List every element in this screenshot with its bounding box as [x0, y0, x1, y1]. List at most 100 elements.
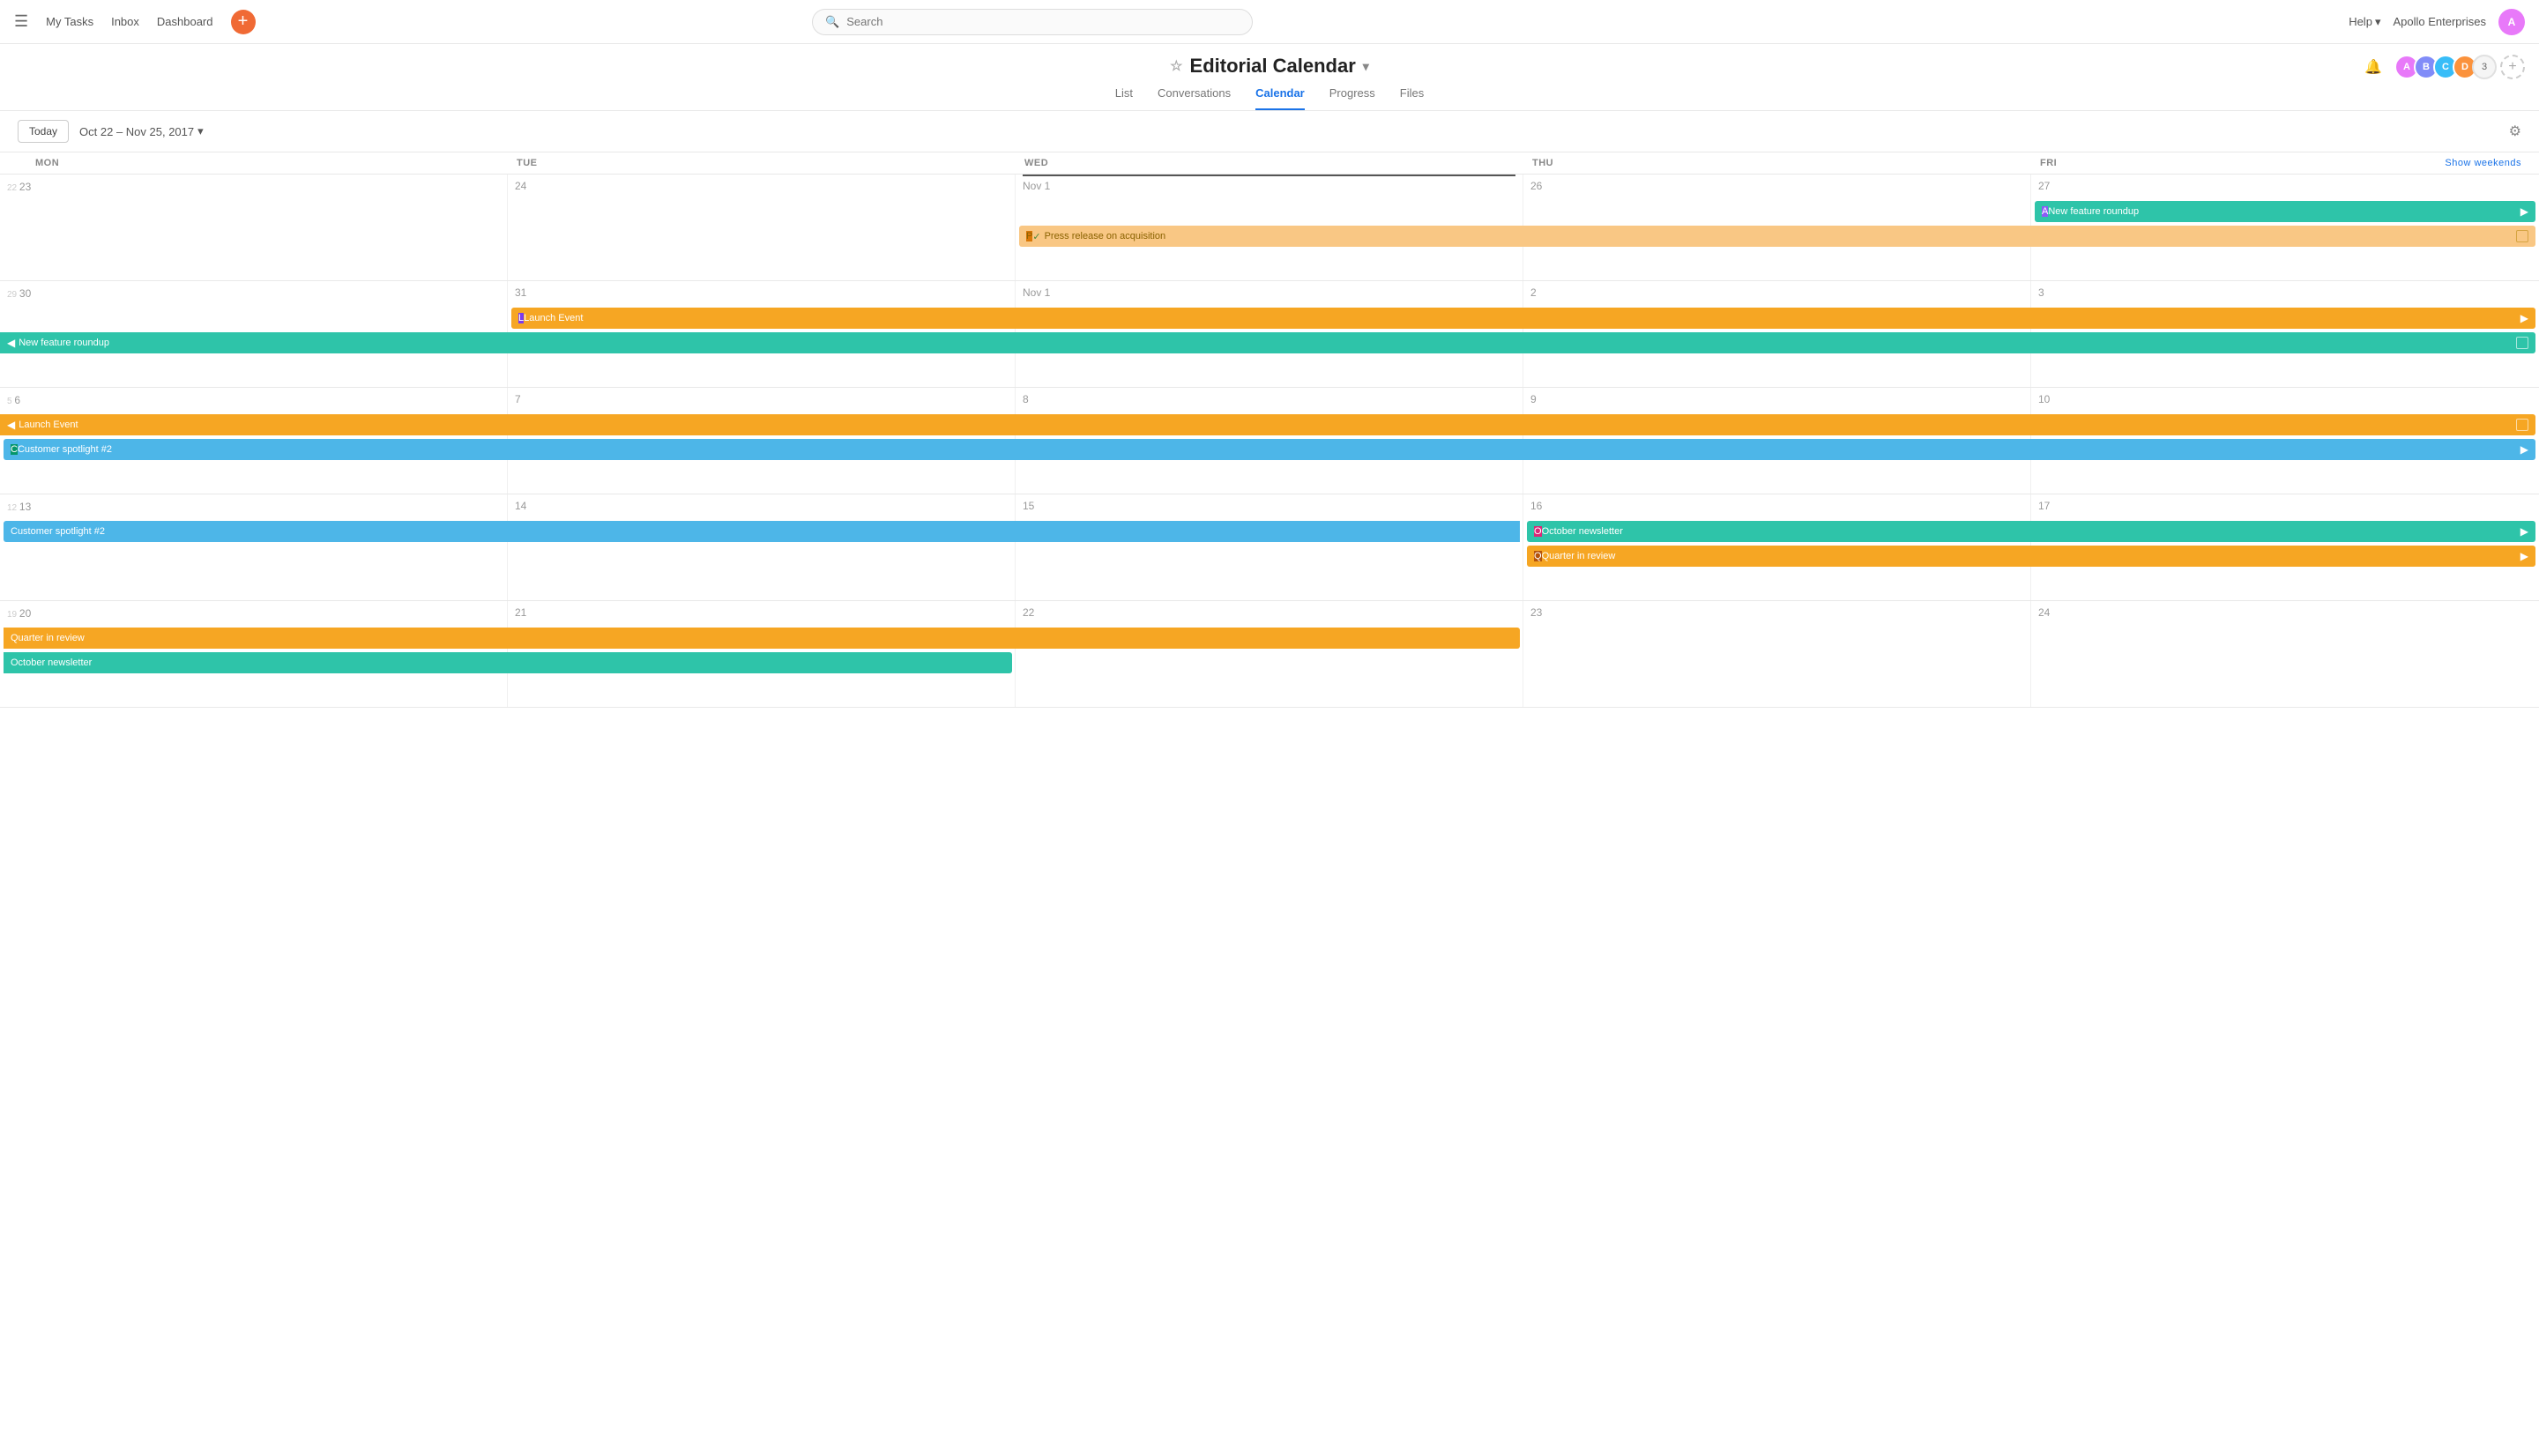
- dashboard-link[interactable]: Dashboard: [157, 15, 213, 28]
- col-wed: WED: [1016, 158, 1523, 168]
- day-num-25: Nov 1: [1023, 180, 1515, 192]
- nav-links: My Tasks Inbox Dashboard: [46, 15, 212, 28]
- day-nov15: 15: [1016, 494, 1523, 600]
- search-input[interactable]: [846, 15, 1240, 28]
- help-button[interactable]: Help ▾: [2349, 15, 2380, 29]
- nav-right: Help ▾ Apollo Enterprises A: [2349, 9, 2525, 35]
- day-num-17: 17: [2038, 500, 2532, 512]
- my-tasks-link[interactable]: My Tasks: [46, 15, 93, 28]
- calendar: MON TUE WED THU FRI Show weekends 22 23 …: [0, 152, 2539, 708]
- arrow-right-icon: ▶: [2520, 525, 2528, 538]
- day-num-20: 20: [19, 607, 31, 620]
- day-num-21: 21: [515, 606, 1008, 619]
- day-num-15: 15: [1023, 500, 1515, 512]
- day-num-14: 14: [515, 500, 1008, 512]
- show-weekends-button[interactable]: Show weekends: [2445, 158, 2521, 168]
- col-mon: MON: [0, 158, 508, 168]
- calendar-header: MON TUE WED THU FRI Show weekends: [0, 152, 2539, 175]
- settings-icon[interactable]: ⚙: [2509, 123, 2521, 140]
- calendar-toolbar: Today Oct 22 – Nov 25, 2017 ▾ ⚙: [0, 111, 2539, 152]
- week-row-4: 12 13 14 15 16 17 Customer spotlight #2: [0, 494, 2539, 601]
- event-new-feature-roundup-w1[interactable]: A New feature roundup ▶: [2035, 201, 2535, 222]
- title-chevron-icon[interactable]: ▾: [1363, 59, 1369, 74]
- day-nov23: 23: [1523, 601, 2031, 707]
- tab-list[interactable]: List: [1115, 86, 1133, 110]
- event-avatar: P: [1026, 231, 1032, 241]
- today-button[interactable]: Today: [18, 120, 69, 143]
- day-num-9: 9: [1530, 393, 2023, 405]
- avatar-group: A B C D 3 +: [2394, 55, 2525, 79]
- event-press-release[interactable]: P ✓ Press release on acquisition: [1019, 226, 2535, 247]
- day-num-23: 23: [19, 181, 31, 193]
- week-row-3: 5 6 7 8 9 10 ◀ Launch Event: [0, 388, 2539, 494]
- member-count[interactable]: 3: [2472, 55, 2497, 79]
- day-num-24: 24: [2038, 606, 2532, 619]
- event-october-newsletter-w5[interactable]: October newsletter: [4, 652, 1012, 673]
- day-nov24: 24: [2031, 601, 2539, 707]
- arrow-right-icon: ▶: [2520, 550, 2528, 562]
- event-avatar: C: [11, 444, 18, 455]
- arrow-left-icon: ◀: [7, 337, 15, 349]
- day-num-8: 8: [1023, 393, 1515, 405]
- star-icon[interactable]: ☆: [1170, 57, 1182, 75]
- week-num-12: 12: [7, 503, 19, 513]
- week-row-2: 29 30 31 Nov 1 2 3 L Launch Event ▶: [0, 281, 2539, 388]
- check-icon: ✓: [1032, 231, 1040, 242]
- col-thu: THU: [1523, 158, 2031, 168]
- add-member-button[interactable]: +: [2500, 55, 2525, 79]
- today-indicator: [1023, 175, 1515, 176]
- search-icon: 🔍: [825, 15, 839, 29]
- day-num-6: 6: [14, 394, 20, 406]
- tab-conversations[interactable]: Conversations: [1158, 86, 1231, 110]
- day-nov22: 22: [1016, 601, 1523, 707]
- day-nov12: 12 13: [0, 494, 508, 600]
- event-customer-spotlight-w3[interactable]: C Customer spotlight #2 ▶: [4, 439, 2535, 460]
- tab-progress[interactable]: Progress: [1329, 86, 1375, 110]
- event-avatar: A: [2042, 206, 2048, 217]
- day-num-23: 23: [1530, 606, 2023, 619]
- day-num-22: 22: [1023, 606, 1515, 619]
- add-button[interactable]: +: [231, 10, 256, 34]
- tab-calendar[interactable]: Calendar: [1255, 86, 1305, 110]
- week-num-29: 29: [7, 290, 19, 300]
- event-new-feature-roundup-w2[interactable]: ◀ New feature roundup: [0, 332, 2535, 353]
- event-launch-event-w3[interactable]: ◀ Launch Event: [0, 414, 2535, 435]
- day-num-24: 24: [515, 180, 1008, 192]
- day-num-13: 13: [19, 501, 31, 513]
- day-oct22: 22 23: [0, 175, 508, 280]
- tab-files[interactable]: Files: [1400, 86, 1424, 110]
- event-avatar: O: [1534, 526, 1542, 537]
- week-num-19: 19: [7, 610, 19, 620]
- project-header: 🔔 A B C D 3 + ☆ Editorial Calendar ▾ Lis…: [0, 44, 2539, 111]
- col-fri: FRI Show weekends: [2031, 158, 2539, 168]
- col-tue: TUE: [508, 158, 1016, 168]
- sq-icon: [2516, 230, 2528, 242]
- event-launch-event-w2[interactable]: L Launch Event ▶: [511, 308, 2535, 329]
- date-range[interactable]: Oct 22 – Nov 25, 2017 ▾: [79, 124, 204, 138]
- arrow-right-icon: ▶: [2520, 312, 2528, 324]
- org-name: Apollo Enterprises: [2393, 15, 2486, 28]
- project-title: ☆ Editorial Calendar ▾: [0, 55, 2539, 78]
- day-num-3: 3: [2038, 286, 2532, 299]
- day-num-2: 2: [1530, 286, 2023, 299]
- event-october-newsletter-w4[interactable]: O October newsletter ▶: [1527, 521, 2535, 542]
- day-num-30: 30: [19, 287, 31, 300]
- day-num-7: 7: [515, 393, 1008, 405]
- day-num-27: 27: [2038, 180, 2532, 192]
- day-num-16: 16: [1530, 500, 2023, 512]
- week-num-22: 22: [7, 183, 19, 193]
- project-tabs: List Conversations Calendar Progress Fil…: [0, 86, 2539, 110]
- event-quarter-in-review-w4[interactable]: Q Quarter in review ▶: [1527, 546, 2535, 567]
- arrow-right-icon: ▶: [2520, 443, 2528, 456]
- event-avatar: Q: [1534, 551, 1542, 561]
- hamburger-icon[interactable]: ☰: [14, 12, 28, 31]
- sq-icon: [2516, 337, 2528, 349]
- bell-icon[interactable]: 🔔: [2364, 58, 2382, 76]
- inbox-link[interactable]: Inbox: [111, 15, 139, 28]
- search-bar: 🔍: [812, 9, 1253, 35]
- user-avatar[interactable]: A: [2498, 9, 2525, 35]
- day-num-31: 31: [515, 286, 1008, 299]
- day-num-nov1: Nov 1: [1023, 286, 1515, 299]
- event-customer-spotlight-w4[interactable]: Customer spotlight #2: [4, 521, 1520, 542]
- event-quarter-in-review-w5[interactable]: Quarter in review: [4, 628, 1520, 649]
